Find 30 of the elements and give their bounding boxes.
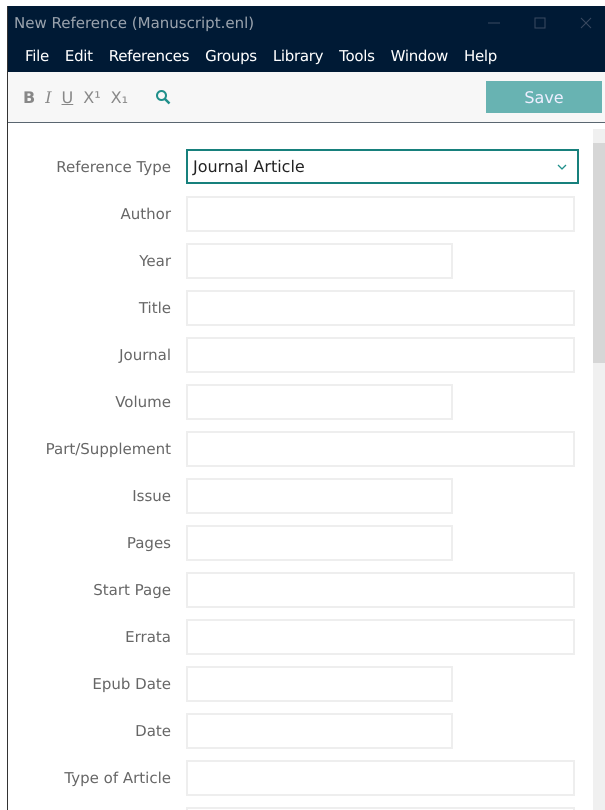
chevron-down-icon [557, 164, 567, 170]
field-label: Part/Supplement [44, 440, 171, 458]
menu-item[interactable]: Window [382, 46, 456, 64]
close-icon[interactable] [579, 16, 593, 30]
scrollbar[interactable] [593, 129, 605, 810]
menu-item[interactable]: Groups [197, 46, 265, 64]
search-icon[interactable] [155, 89, 171, 105]
field-label: Year [138, 252, 171, 270]
field-label: Author [119, 204, 171, 222]
menu-item[interactable]: Tools [331, 46, 383, 64]
scrollbar-thumb[interactable] [593, 143, 605, 363]
field-label: Title [138, 298, 171, 316]
reference-type-dropdown[interactable]: Journal Article [186, 149, 579, 184]
field-label: Date [134, 722, 171, 740]
field-label: Issue [131, 486, 171, 504]
maximize-icon[interactable] [533, 16, 547, 30]
field-label: Reference Type [55, 158, 171, 176]
menu-item[interactable]: Edit [56, 46, 101, 64]
field-label: Errata [124, 628, 171, 646]
field-label: Volume [114, 392, 171, 410]
field-label: Type of Article [63, 768, 171, 786]
menu-item[interactable]: Help [456, 46, 505, 64]
field-label: Journal [117, 346, 171, 364]
field-label: Start Page [92, 580, 171, 598]
window-title: New Reference (Manuscript.enl) [14, 14, 254, 32]
menu-item[interactable]: File [17, 46, 57, 64]
menu-item[interactable]: References [100, 46, 198, 64]
field-label: Pages [126, 534, 171, 552]
field-label: Epub Date [91, 674, 171, 692]
menu-item[interactable]: Library [264, 46, 332, 64]
